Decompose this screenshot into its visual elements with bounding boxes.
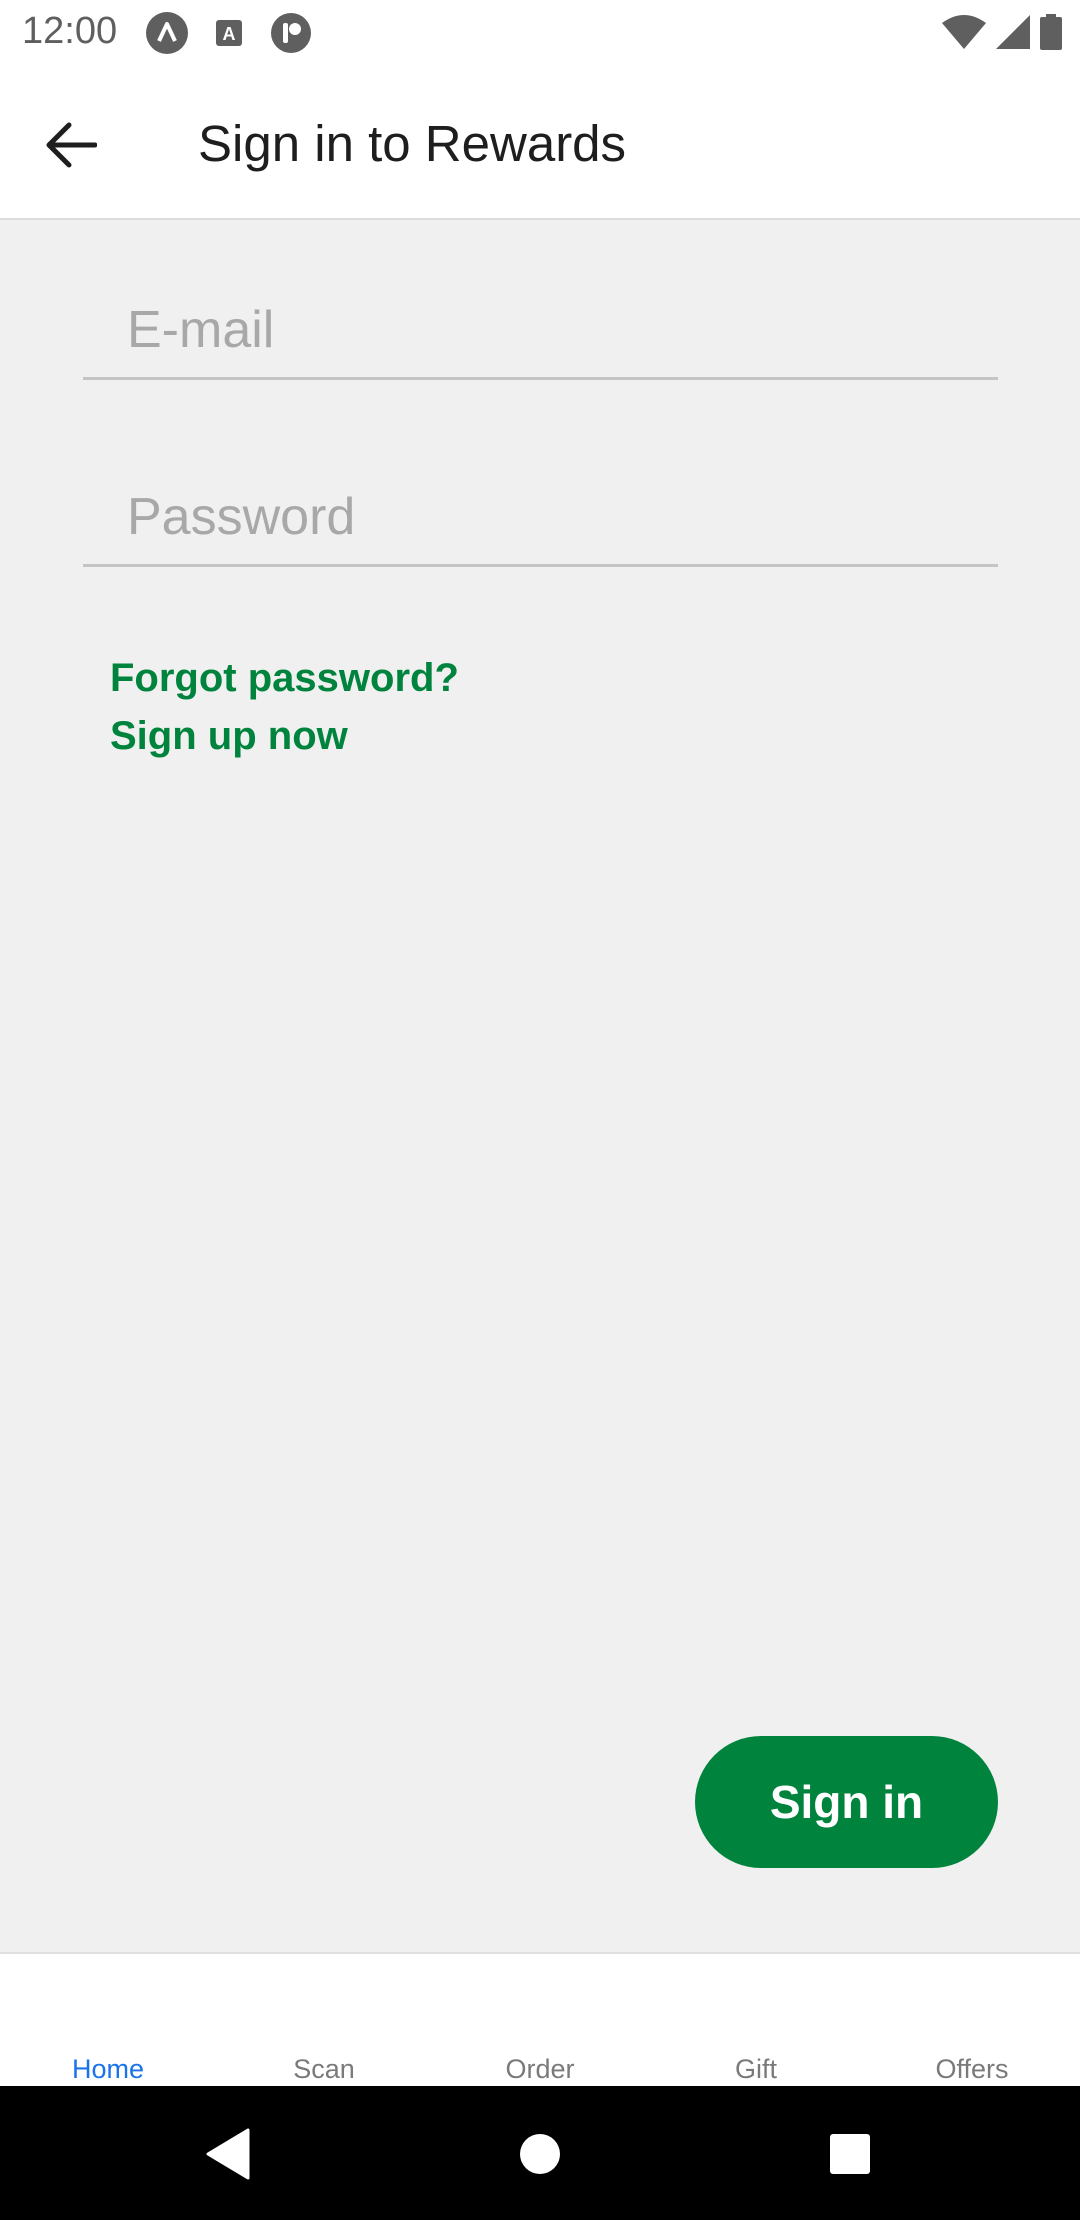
status-bar: 12:00 A [0, 0, 1080, 66]
password-field[interactable] [127, 467, 987, 567]
a-notification-icon: A [208, 12, 250, 54]
sign-up-link[interactable]: Sign up now [110, 714, 348, 759]
p-notification-icon [270, 12, 312, 54]
battery-icon [1040, 14, 1062, 55]
sign-in-button[interactable]: Sign in [695, 1736, 998, 1868]
app-bar: Sign in to Rewards [0, 66, 1080, 220]
system-back-button[interactable] [196, 2122, 260, 2186]
forgot-password-link[interactable]: Forgot password? [110, 656, 459, 701]
nav-item-gift[interactable]: Gift [648, 2054, 864, 2085]
sign-in-form: Forgot password? Sign up now Sign in [0, 220, 1080, 1952]
system-recents-button[interactable] [818, 2122, 882, 2186]
square-recents-icon [830, 2134, 870, 2174]
nav-item-order[interactable]: Order [432, 2054, 648, 2085]
nav-item-offers[interactable]: Offers [864, 2054, 1080, 2085]
svg-text:A: A [223, 24, 236, 44]
email-field[interactable] [127, 280, 987, 380]
page-title: Sign in to Rewards [198, 115, 627, 172]
system-home-button[interactable] [508, 2122, 572, 2186]
status-right-icons [942, 14, 1062, 55]
nav-item-home[interactable]: Home [0, 2054, 216, 2085]
screen: 12:00 A Sign in to Rewards E-mail Forgot… [0, 0, 1080, 2220]
triangle-back-icon [206, 2128, 250, 2180]
email-field-container [83, 280, 998, 380]
system-nav-bar [0, 2086, 1080, 2220]
back-button[interactable] [36, 110, 106, 180]
status-time: 12:00 [22, 10, 118, 52]
bottom-nav: Home Scan Order Gift Offers [0, 1952, 1080, 2086]
cell-signal-icon [996, 15, 1030, 54]
wifi-icon [942, 15, 986, 54]
nav-item-scan[interactable]: Scan [216, 2054, 432, 2085]
arrow-left-icon [46, 122, 97, 168]
password-field-container [83, 467, 998, 567]
circle-home-icon [520, 2134, 560, 2174]
arrow-app-icon [146, 12, 188, 54]
